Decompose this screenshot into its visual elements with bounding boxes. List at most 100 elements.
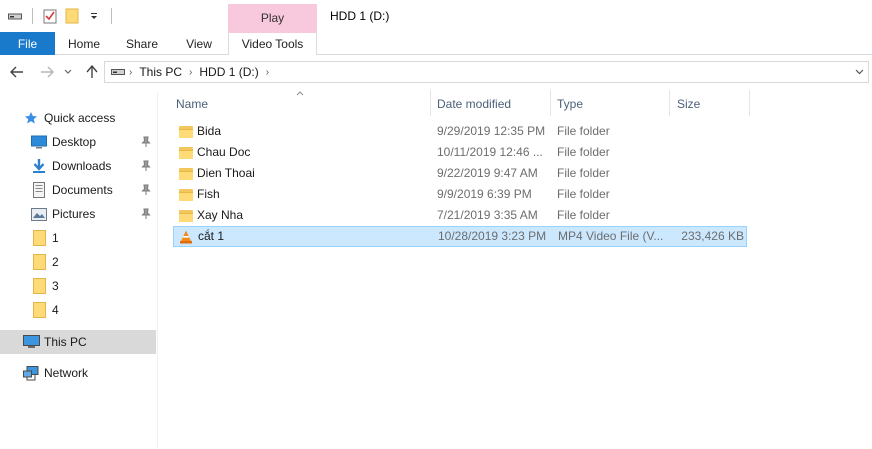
file-type: File folder <box>557 208 610 222</box>
file-date: 10/11/2019 12:46 ... <box>437 145 543 159</box>
nav-item-folder-3[interactable]: 3 <box>0 275 156 297</box>
file-type: File folder <box>557 124 610 138</box>
column-header-name[interactable]: Name <box>176 90 431 118</box>
address-bar[interactable]: › This PC › HDD 1 (D:) › <box>104 61 869 83</box>
file-row-fish[interactable]: Fish 9/9/2019 6:39 PM File folder <box>173 184 747 205</box>
nav-item-pictures[interactable]: Pictures <box>0 203 156 225</box>
file-date: 9/29/2019 12:35 PM <box>437 124 546 138</box>
drive-icon[interactable] <box>6 7 24 25</box>
nav-item-label: Pictures <box>52 207 96 221</box>
nav-item-desktop[interactable]: Desktop <box>0 131 156 153</box>
breadcrumb-separator-icon[interactable]: › <box>266 67 269 78</box>
customize-toolbar-dropdown-icon[interactable] <box>85 7 103 25</box>
column-divider[interactable] <box>749 90 750 116</box>
drive-location-icon <box>111 68 125 76</box>
navigation-pane: Quick access Desktop Downloads Documents <box>0 92 158 449</box>
toolbar-divider <box>111 8 112 24</box>
nav-this-pc-label: This PC <box>44 335 87 349</box>
nav-this-pc[interactable]: This PC <box>0 330 156 354</box>
file-type: MP4 Video File (V... <box>558 229 664 243</box>
up-arrow-icon[interactable] <box>83 63 101 81</box>
column-header-type[interactable]: Type <box>557 90 669 118</box>
documents-icon <box>30 181 48 199</box>
folder-icon <box>30 301 48 319</box>
title-bar: Play HDD 1 (D:) <box>0 0 872 32</box>
nav-item-label: Desktop <box>52 135 97 149</box>
nav-item-downloads[interactable]: Downloads <box>0 155 156 177</box>
nav-item-label: Downloads <box>52 159 112 173</box>
back-icon[interactable] <box>8 63 26 81</box>
quick-access-toolbar <box>6 6 116 26</box>
nav-item-label: 2 <box>52 255 59 269</box>
file-list: Name Date modified Type Size Bida 9/29/2… <box>160 88 872 449</box>
file-row-bida[interactable]: Bida 9/29/2019 12:35 PM File folder <box>173 121 747 142</box>
file-row-dien-thoai[interactable]: Dien Thoai 9/22/2019 9:47 AM File folder <box>173 163 747 184</box>
pin-icon[interactable] <box>141 160 151 172</box>
tab-video-tools[interactable]: Video Tools <box>228 31 317 55</box>
column-divider[interactable] <box>669 90 670 116</box>
nav-network[interactable]: Network <box>0 362 156 384</box>
recent-locations-chevron-down-icon[interactable] <box>62 63 74 81</box>
breadcrumb-separator-icon[interactable]: › <box>129 67 132 78</box>
tab-home[interactable]: Home <box>55 32 113 55</box>
nav-item-label: 1 <box>52 231 59 245</box>
network-icon <box>22 364 40 382</box>
file-date: 9/22/2019 9:47 AM <box>437 166 538 180</box>
folder-icon <box>30 229 48 247</box>
folder-icon <box>179 188 193 202</box>
column-header-date[interactable]: Date modified <box>437 90 550 118</box>
nav-item-label: 4 <box>52 303 59 317</box>
file-date: 10/28/2019 3:23 PM <box>438 229 547 243</box>
nav-quick-access-label: Quick access <box>44 111 116 125</box>
tab-view[interactable]: View <box>171 32 227 55</box>
computer-icon <box>22 333 40 351</box>
file-row-cat-1[interactable]: cắt 1 10/28/2019 3:23 PM MP4 Video File … <box>173 226 747 247</box>
folder-icon <box>30 253 48 271</box>
forward-icon[interactable] <box>38 63 56 81</box>
file-date: 7/21/2019 3:35 AM <box>437 208 538 222</box>
file-row-chau-doc[interactable]: Chau Doc 10/11/2019 12:46 ... File folde… <box>173 142 747 163</box>
file-type: File folder <box>557 145 610 159</box>
downloads-icon <box>30 157 48 175</box>
nav-item-folder-1[interactable]: 1 <box>0 227 156 249</box>
column-divider[interactable] <box>430 90 431 116</box>
pictures-icon <box>30 205 48 223</box>
star-icon <box>22 109 40 127</box>
nav-item-documents[interactable]: Documents <box>0 179 156 201</box>
folder-icon <box>179 209 193 223</box>
column-header-size[interactable]: Size <box>677 90 747 118</box>
file-name: Bida <box>197 124 222 138</box>
file-name: Chau Doc <box>197 145 251 159</box>
column-divider[interactable] <box>550 90 551 116</box>
pin-icon[interactable] <box>141 136 151 148</box>
navigation-bar: › This PC › HDD 1 (D:) › <box>0 56 872 88</box>
breadcrumb-hdd1[interactable]: HDD 1 (D:) <box>199 65 258 79</box>
tab-share[interactable]: Share <box>113 32 171 55</box>
nav-item-folder-4[interactable]: 4 <box>0 299 156 321</box>
file-type: File folder <box>557 166 610 180</box>
file-name: Dien Thoai <box>197 166 255 180</box>
file-row-xay-nha[interactable]: Xay Nha 7/21/2019 3:35 AM File folder <box>173 205 747 226</box>
folder-icon <box>30 277 48 295</box>
nav-quick-access[interactable]: Quick access <box>0 107 156 129</box>
address-dropdown-chevron-down-icon[interactable] <box>850 62 868 82</box>
tab-file[interactable]: File <box>0 32 55 55</box>
context-tab-header: Play <box>228 4 317 32</box>
nav-item-folder-2[interactable]: 2 <box>0 251 156 273</box>
ribbon-tabs: File Home Share View Video Tools <box>0 31 872 55</box>
new-folder-icon[interactable] <box>63 7 81 25</box>
pin-icon[interactable] <box>141 208 151 220</box>
properties-icon[interactable] <box>41 7 59 25</box>
file-name: Xay Nha <box>197 208 244 222</box>
folder-icon <box>179 146 193 160</box>
breadcrumb-this-pc[interactable]: This PC <box>139 65 182 79</box>
nav-network-label: Network <box>44 366 89 380</box>
file-date: 9/9/2019 6:39 PM <box>437 187 532 201</box>
breadcrumb-separator-icon[interactable]: › <box>189 67 192 78</box>
file-type: File folder <box>557 187 610 201</box>
desktop-icon <box>30 133 48 151</box>
nav-item-label: 3 <box>52 279 59 293</box>
pin-icon[interactable] <box>141 184 151 196</box>
folder-icon <box>179 125 193 139</box>
file-name: cắt 1 <box>198 229 225 243</box>
